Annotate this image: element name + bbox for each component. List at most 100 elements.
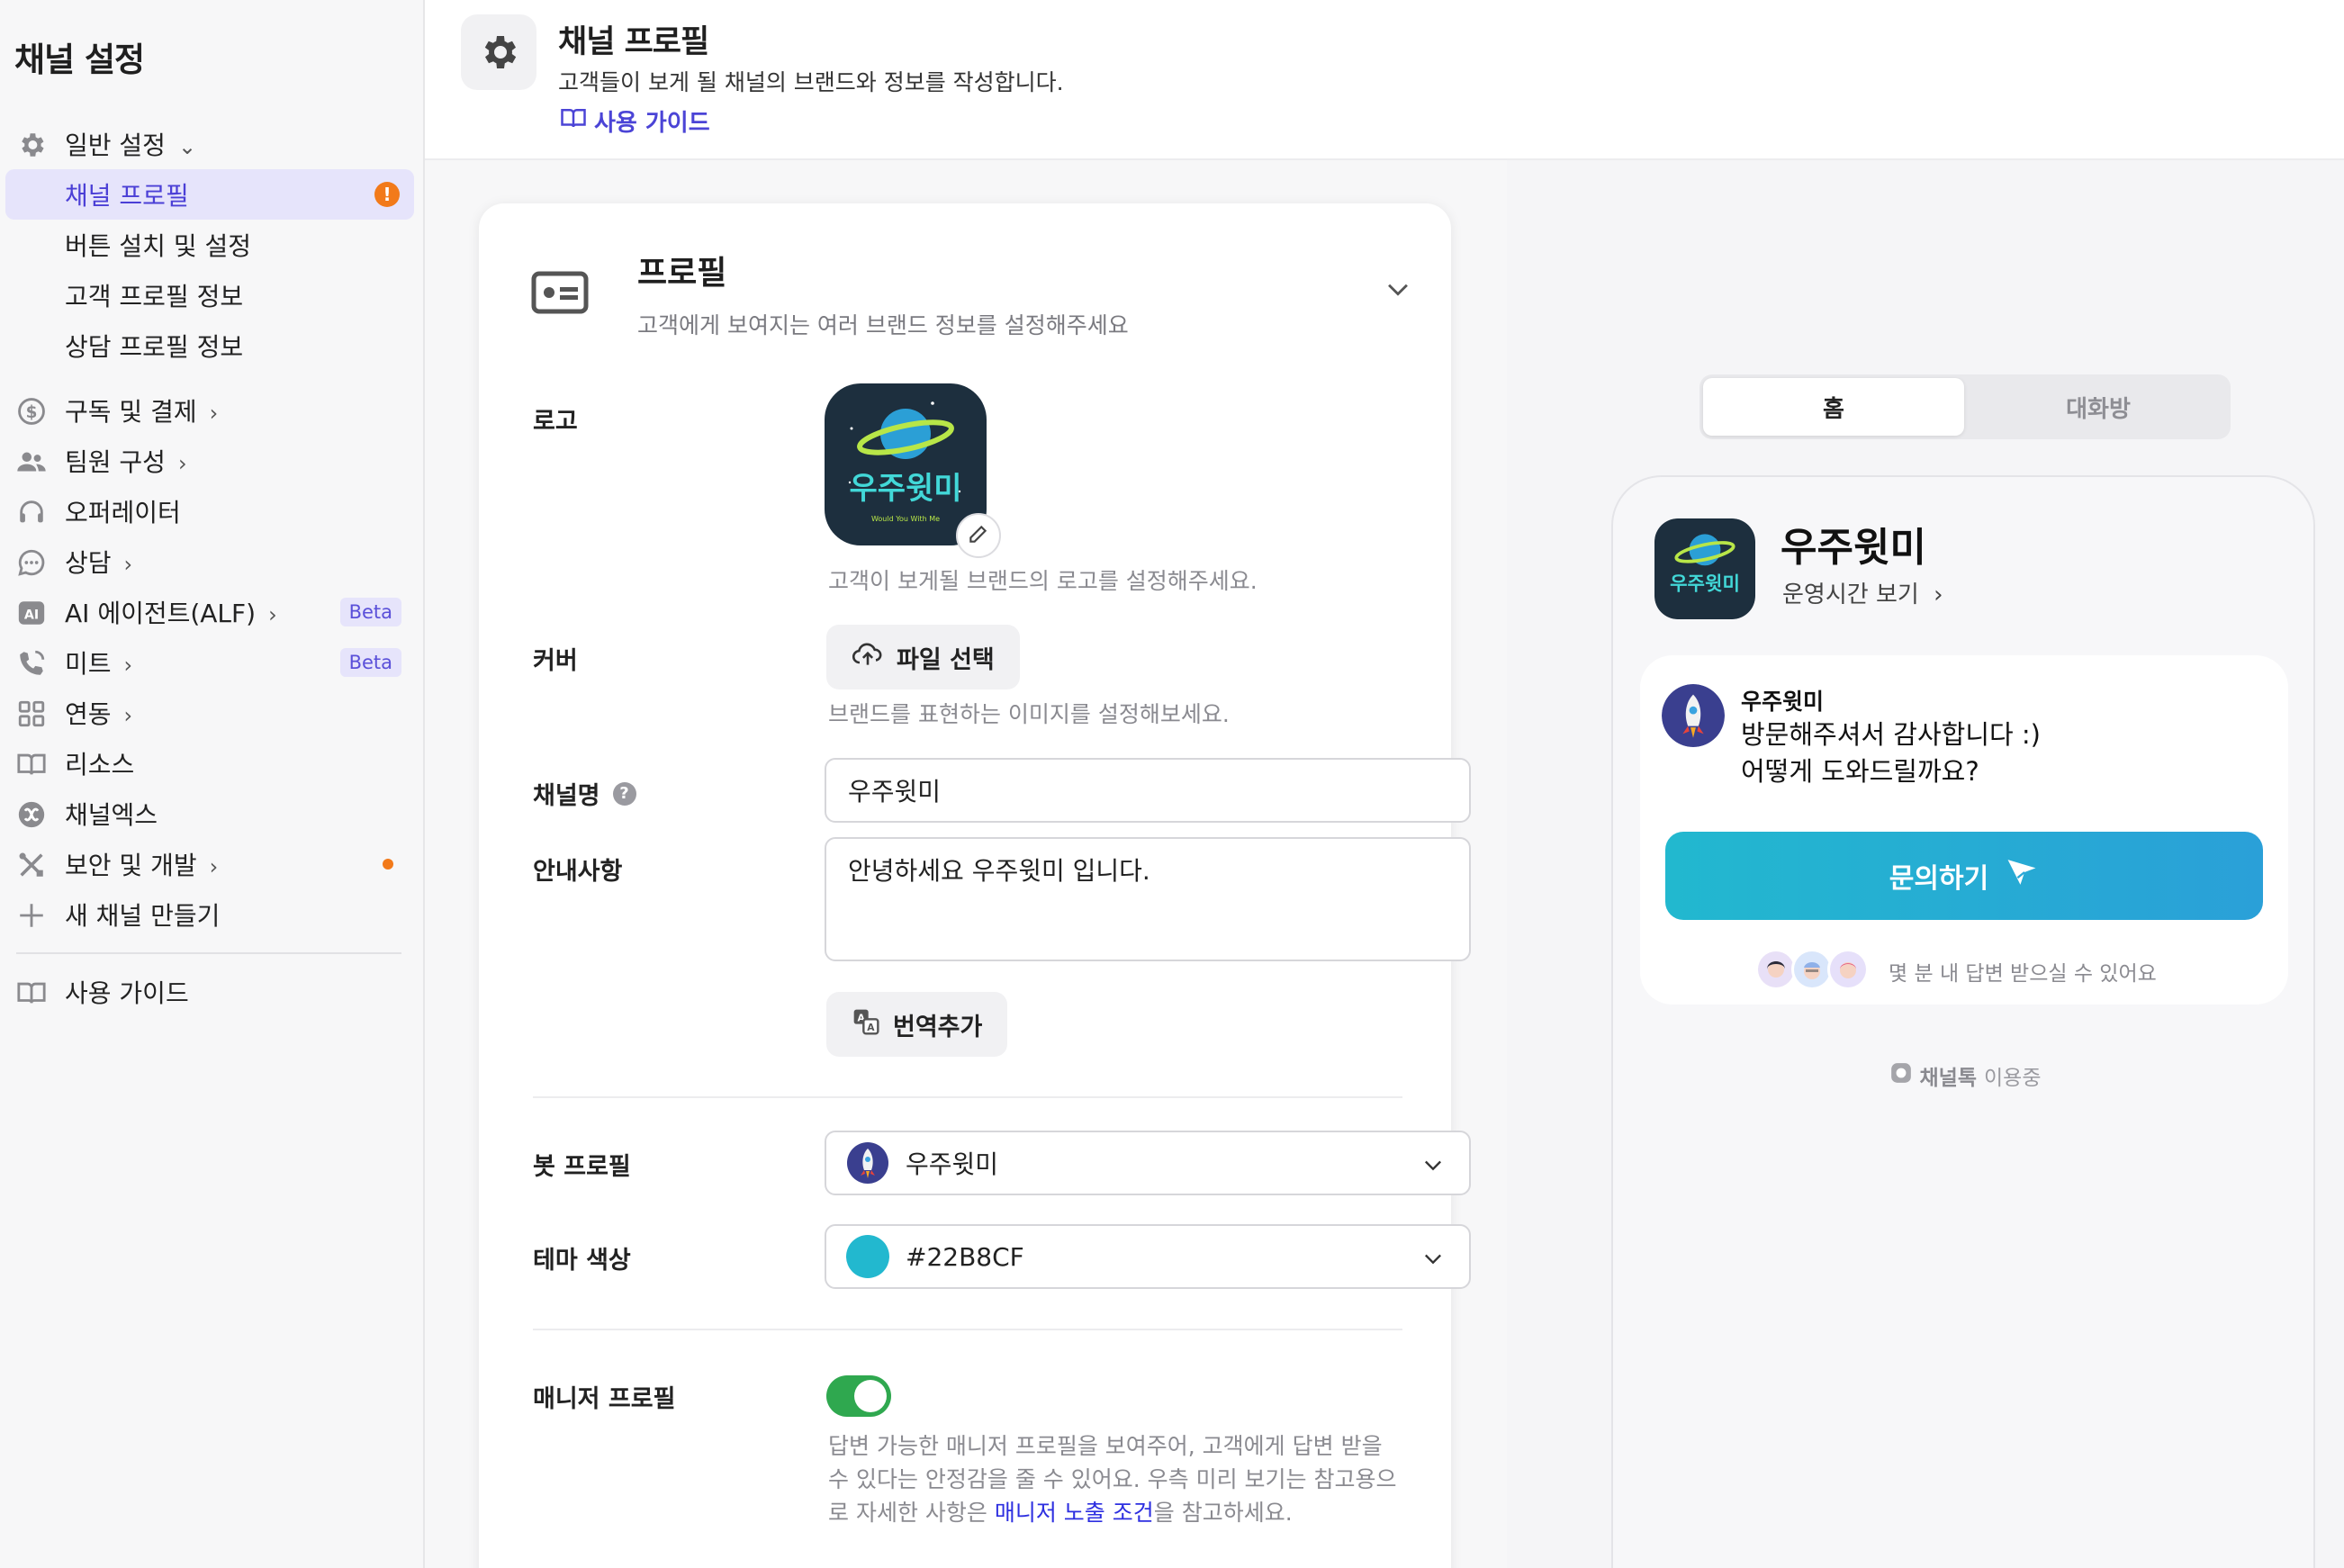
channel-name-label-row: 채널명 ? [533, 776, 636, 811]
theme-color-select[interactable]: #22B8CF [825, 1224, 1471, 1289]
preview-logo: 우주윗미 [1654, 518, 1755, 619]
sidebar-item-consult[interactable]: 상담 › [0, 536, 423, 587]
grid-icon [16, 698, 47, 729]
sidebar-item-integration[interactable]: 연동 › [0, 688, 423, 738]
sidebar-item-button-install[interactable]: 버튼 설치 및 설정 [0, 220, 423, 270]
sidebar: 채널 설정 일반 설정 ⌄ 채널 프로필 ! 버튼 설치 및 설정 고객 프로필 … [0, 0, 425, 1568]
sidebar-item-new-channel[interactable]: 새 채널 만들기 [0, 889, 423, 940]
book-icon [16, 978, 47, 1008]
sidebar-item-channelx[interactable]: 채널엑스 [0, 789, 423, 839]
edit-logo-button[interactable] [956, 513, 1001, 558]
color-swatch [846, 1235, 889, 1278]
messenger-preview: 우주윗미 우주윗미 운영시간 보기 › 우주윗미 방문해주셔서 감사합니다 :)… [1611, 475, 2315, 1568]
gear-icon [16, 130, 47, 160]
sidebar-item-label: 구독 및 결제 [65, 397, 197, 427]
chevron-right-icon: › [209, 854, 219, 879]
phone-icon [16, 648, 47, 679]
page-header: 채널 프로필 고객들이 보게 될 채널의 브랜드와 정보를 작성합니다. 사용 … [425, 0, 2344, 160]
sidebar-item-guide[interactable]: 사용 가이드 [0, 967, 423, 1017]
hours-link-label: 운영시간 보기 [1782, 581, 1919, 608]
logo-label: 로고 [533, 408, 578, 436]
sidebar-item-label: 보안 및 개발 [65, 851, 197, 880]
rocket-avatar-icon [846, 1141, 889, 1185]
page-description: 고객들이 보게 될 채널의 브랜드와 정보를 작성합니다. [558, 69, 1064, 95]
ask-button[interactable]: 문의하기 [1665, 832, 2263, 920]
headset-icon [16, 497, 47, 527]
chevron-right-icon: › [1934, 581, 1943, 608]
id-card-icon [531, 270, 589, 319]
logo-text: 우주윗미 [849, 471, 961, 507]
upload-cloud-icon [852, 641, 884, 674]
bot-profile-select[interactable]: 우주윗미 [825, 1131, 1471, 1195]
channel-name-input[interactable]: 우주윗미 [825, 758, 1471, 823]
chevron-down-icon [1420, 1246, 1446, 1277]
sidebar-item-security[interactable]: 보안 및 개발 › [0, 839, 423, 889]
tools-icon [16, 850, 47, 880]
sidebar-item-resources[interactable]: 리소스 [0, 738, 423, 789]
guide-link[interactable]: 사용 가이드 [560, 104, 710, 138]
chevron-right-icon: › [209, 401, 219, 426]
sidebar-item-customer-profile[interactable]: 고객 프로필 정보 [0, 270, 423, 320]
powered-brand: 채널톡 [1919, 1067, 1977, 1090]
manager-profile-toggle[interactable] [826, 1375, 891, 1417]
sidebar-item-ai-agent[interactable]: AI AI 에이전트(ALF) › Beta [0, 587, 423, 637]
sidebar-nav: 일반 설정 ⌄ 채널 프로필 ! 버튼 설치 및 설정 고객 프로필 정보 상담 … [0, 119, 423, 1017]
chevron-down-icon[interactable] [1383, 274, 1413, 308]
chevron-right-icon: › [177, 451, 187, 476]
notice-label: 안내사항 [533, 858, 623, 886]
cover-help: 브랜드를 표현하는 이미지를 설정해보세요. [828, 701, 1230, 727]
preview-logo-text: 우주윗미 [1670, 572, 1740, 595]
sidebar-item-meet[interactable]: 미트 › Beta [0, 637, 423, 688]
svg-text:A: A [867, 1022, 875, 1033]
page-title: 채널 프로필 [558, 24, 709, 60]
powered-suffix: 이용중 [1984, 1067, 2042, 1090]
file-select-button[interactable]: 파일 선택 [826, 625, 1020, 689]
notice-textarea[interactable]: 안녕하세요 우주윗미 입니다. [825, 837, 1471, 961]
sidebar-item-team[interactable]: 팀원 구성 › [0, 436, 423, 486]
channeltalk-icon [1889, 1061, 1913, 1090]
sidebar-item-label: 채널 프로필 [65, 181, 189, 211]
channel-name-value: 우주윗미 [848, 777, 942, 807]
warning-icon: ! [374, 182, 400, 207]
sidebar-item-label: 사용 가이드 [65, 978, 189, 1008]
sidebar-item-label: 상담 [65, 548, 112, 578]
tab-chatroom[interactable]: 대화방 [1970, 378, 2227, 436]
tab-home[interactable]: 홈 [1703, 378, 1964, 436]
sidebar-item-general[interactable]: 일반 설정 ⌄ [0, 119, 423, 169]
translate-label: 번역추가 [893, 1013, 983, 1041]
translate-icon: AA [852, 1007, 880, 1042]
sidebar-item-consult-profile[interactable]: 상담 프로필 정보 [0, 320, 423, 371]
manager-help-text-end: 을 참고하세요. [1153, 1500, 1293, 1526]
card-title: 프로필 [637, 255, 727, 292]
manager-faces [1755, 949, 1869, 990]
edit-icon [967, 522, 990, 549]
beta-badge: Beta [339, 648, 401, 677]
chevron-down-icon [1420, 1152, 1446, 1184]
plus-icon [16, 900, 47, 931]
translate-button[interactable]: AA 번역추가 [826, 992, 1008, 1057]
hours-link[interactable]: 운영시간 보기 › [1782, 576, 1943, 609]
theme-color-value: #22B8CF [906, 1241, 1024, 1272]
powered-by: 채널톡 이용중 [1613, 1060, 2317, 1091]
logo-help: 고객이 보게될 브랜드의 로고를 설정해주세요. [828, 568, 1258, 594]
bot-message: 방문해주셔서 감사합니다 :) 어떻게 도와드릴까요? [1741, 719, 2042, 787]
theme-color-label: 테마 색상 [533, 1247, 631, 1275]
bot-name: 우주윗미 [1741, 689, 1825, 715]
sidebar-item-operator[interactable]: 오퍼레이터 [0, 486, 423, 536]
channel-name-label: 채널명 [533, 782, 600, 810]
sidebar-item-subscription[interactable]: $ 구독 및 결제 › [0, 385, 423, 436]
manager-condition-link[interactable]: 매니저 노출 조건 [995, 1500, 1154, 1526]
sidebar-item-label: AI 에이전트(ALF) [65, 599, 257, 628]
help-icon[interactable]: ? [612, 781, 636, 806]
preview-panel: 홈 대화방 우주윗미 우주윗미 운영시간 보기 › 우주윗미 방문해주셔서 감사… [1507, 160, 2344, 1568]
cover-label: 커버 [533, 647, 578, 675]
sidebar-item-label: 버튼 설치 및 설정 [65, 231, 252, 261]
sidebar-item-channel-profile[interactable]: 채널 프로필 ! [5, 169, 414, 220]
welcome-card: 우주윗미 방문해주셔서 감사합니다 :) 어떻게 도와드릴까요? 문의하기 몇 … [1640, 655, 2288, 1005]
card-subtitle: 고객에게 보여지는 여러 브랜드 정보를 설정해주세요 [637, 312, 1129, 338]
preview-channel-name: 우주윗미 [1781, 525, 1926, 571]
bot-avatar [1662, 684, 1725, 747]
file-select-label: 파일 선택 [897, 645, 995, 674]
notification-dot [383, 859, 393, 870]
bot-profile-value: 우주윗미 [906, 1149, 999, 1179]
